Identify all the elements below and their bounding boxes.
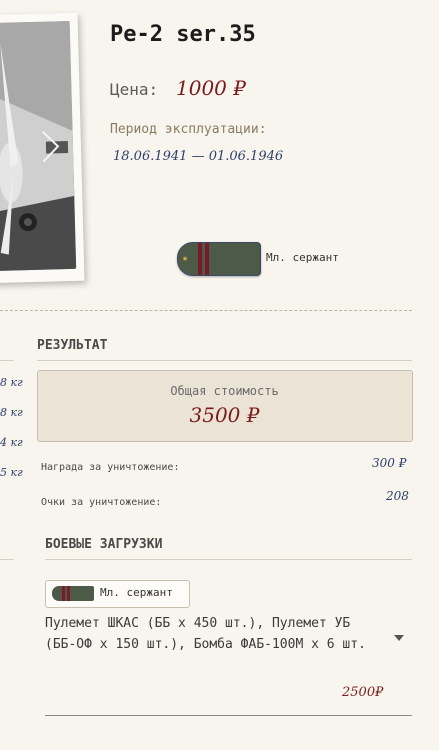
total-cost-value: 3500 ₽ <box>189 403 260 427</box>
weight-value: 4 кг <box>0 436 23 449</box>
weight-value: 5 кг <box>0 466 23 479</box>
service-period-label: Период эксплуатации: <box>110 122 267 137</box>
rank-stripe <box>198 243 202 275</box>
kill-reward-label: Награда за уничтожение: <box>41 462 180 473</box>
price-value: 1000 ₽ <box>176 76 246 100</box>
rank-label: Мл. сержант <box>266 251 339 264</box>
loadout-rank-chip[interactable]: Мл. сержант <box>45 580 190 608</box>
rank-stripe <box>67 586 70 601</box>
section-divider <box>0 310 412 311</box>
rank-stripe <box>205 243 209 275</box>
star-icon: ★ <box>182 253 189 264</box>
kill-reward-value: 300 ₽ <box>372 456 407 470</box>
left-divider <box>0 360 14 361</box>
rank-shoulder-board-icon <box>52 586 94 601</box>
rank-stripe <box>62 586 65 601</box>
loadout-select[interactable]: Пулемет ШКАС (ББ x 450 шт.), Пулемет УБ … <box>45 613 385 655</box>
aircraft-photo <box>0 20 77 272</box>
chevron-down-icon[interactable] <box>394 635 404 641</box>
left-divider <box>0 559 14 560</box>
result-heading: РЕЗУЛЬТАТ <box>37 338 108 353</box>
loadout-divider <box>45 715 412 716</box>
result-divider <box>37 360 412 361</box>
weight-value: 8 кг <box>0 376 23 389</box>
plane-title: Pe-2 ser.35 <box>110 22 256 47</box>
kill-points-label: Очки за уничтожение: <box>41 497 162 508</box>
loadout-rank-label: Мл. сержант <box>100 586 173 599</box>
rank-shoulder-board-icon: ★ <box>177 242 261 276</box>
loadouts-divider <box>45 559 412 560</box>
aircraft-image <box>0 20 77 272</box>
total-cost-label: Общая стоимость <box>170 384 279 398</box>
loadout-price: 2500₽ <box>342 685 384 700</box>
price-label: Цена: <box>110 80 159 99</box>
loadouts-heading: БОЕВЫЕ ЗАГРУЗКИ <box>45 537 163 552</box>
weight-value: 8 кг <box>0 406 23 419</box>
aircraft-photo-card[interactable] <box>0 12 85 284</box>
kill-points-value: 208 <box>386 489 409 503</box>
service-period-value: 18.06.1941 — 01.06.1946 <box>113 149 284 164</box>
